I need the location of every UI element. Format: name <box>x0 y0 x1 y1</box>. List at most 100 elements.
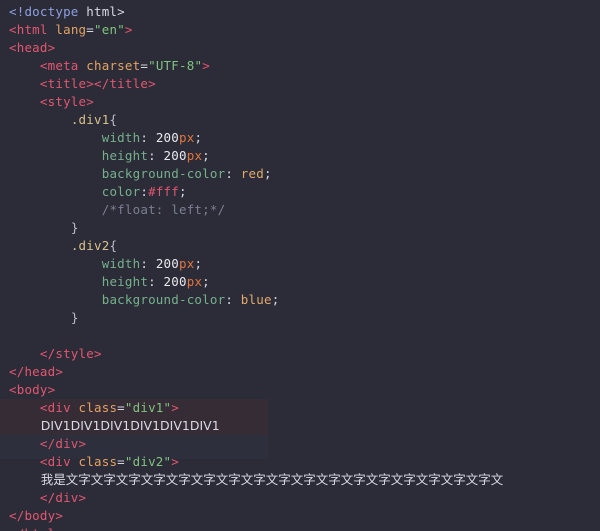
code-line-5[interactable]: <title></title> <box>0 75 600 93</box>
code-line-15[interactable]: width: 200px; <box>0 255 600 273</box>
token-tag-style-open: <style> <box>39 94 94 109</box>
token-tag-html-open: <html <box>9 22 48 37</box>
code-line-4[interactable]: <meta charset="UTF-8"> <box>0 57 600 75</box>
token-brace-close: } <box>70 310 79 325</box>
token-unit-px: px <box>179 256 195 271</box>
token-tag-close-bracket: > <box>171 454 179 469</box>
token-tag-head-open: <head> <box>9 40 56 55</box>
code-line-20[interactable]: </style> <box>0 345 600 363</box>
code-line-21[interactable]: </head> <box>0 363 600 381</box>
token-tag-body-close: </body> <box>9 508 64 523</box>
token-doctype: <!doctype <box>9 4 79 19</box>
token-tag-div-open: <div <box>39 454 71 469</box>
token-colon: : <box>140 184 149 199</box>
token-tag-style-close: </style> <box>39 346 102 361</box>
token-equals: = <box>117 400 125 415</box>
code-line-1[interactable]: <!doctype html> <box>0 3 600 21</box>
token-prop-height: height <box>101 274 149 289</box>
token-tag-div-close: </div> <box>39 436 87 451</box>
code-line-8[interactable]: width: 200px; <box>0 129 600 147</box>
token-selector-div2: .div2 <box>70 238 110 253</box>
div1-output-text: DIV1DIV1DIV1DIV1DIV1DIV1 <box>40 418 220 433</box>
token-prop-height: height <box>101 148 149 163</box>
code-line-14[interactable]: .div2{ <box>0 237 600 255</box>
code-line-11[interactable]: color:#fff; <box>0 183 600 201</box>
code-line-16[interactable]: height: 200px; <box>0 273 600 291</box>
code-line-25[interactable]: </div> <box>0 435 600 453</box>
token-number-200: 200 <box>155 256 179 271</box>
code-line-29[interactable]: </body> <box>0 507 600 525</box>
code-editor-viewport[interactable]: <!doctype html> <html lang="en"> <head> … <box>0 0 600 531</box>
code-content[interactable]: <!doctype html> <html lang="en"> <head> … <box>0 0 600 531</box>
code-line-30[interactable]: </html> <box>0 525 600 531</box>
token-string-div2: "div2" <box>124 454 172 469</box>
code-line-2[interactable]: <html lang="en"> <box>0 21 600 39</box>
token-string-utf8: "UTF-8" <box>148 58 203 73</box>
token-equals: = <box>117 454 125 469</box>
code-line-17[interactable]: background-color: blue; <box>0 291 600 309</box>
token-value-red: red <box>240 166 264 181</box>
code-line-27[interactable]: 我是文字文字文字文字文字文字文字文字文字文字文字文字文字文字文字文字文字文 <box>0 471 600 489</box>
token-number-200: 200 <box>155 130 179 145</box>
code-line-19-blank[interactable] <box>0 327 600 345</box>
token-tag-head-close: </head> <box>9 364 64 379</box>
token-colon: : <box>140 256 156 271</box>
token-colon: : <box>225 166 241 181</box>
token-prop-background-color: background-color <box>101 166 226 181</box>
code-line-28[interactable]: </div> <box>0 489 600 507</box>
token-semicolon: ; <box>179 184 187 199</box>
token-comment-float-left: /*float: left;*/ <box>101 202 226 217</box>
token-colon: : <box>148 274 164 289</box>
token-hex-fff: #fff <box>148 184 179 199</box>
token-prop-background-color: background-color <box>101 292 226 307</box>
token-tag-title-open: <title> <box>39 76 94 91</box>
token-attr-lang: lang <box>47 22 87 37</box>
code-line-18[interactable]: } <box>0 309 600 327</box>
code-line-26[interactable]: <div class="div2"> <box>0 453 600 471</box>
code-line-7[interactable]: .div1{ <box>0 111 600 129</box>
token-number-200: 200 <box>163 274 187 289</box>
token-semicolon: ; <box>202 148 210 163</box>
token-tag-div-close: </div> <box>39 490 87 505</box>
token-semicolon: ; <box>263 166 272 181</box>
token-unit-px: px <box>186 148 203 163</box>
code-line-10[interactable]: background-color: red; <box>0 165 600 183</box>
token-value-blue: blue <box>240 292 272 307</box>
code-line-6[interactable]: <style> <box>0 93 600 111</box>
code-line-3[interactable]: <head> <box>0 39 600 57</box>
code-line-22[interactable]: <body> <box>0 381 600 399</box>
code-line-9[interactable]: height: 200px; <box>0 147 600 165</box>
code-line-24[interactable]: DIV1DIV1DIV1DIV1DIV1DIV1 <box>0 417 600 435</box>
token-tag-close-bracket: > <box>171 400 179 415</box>
token-brace-open: { <box>109 238 118 253</box>
token-tag-html-close: </html> <box>9 526 63 531</box>
token-prop-width: width <box>101 130 141 145</box>
code-line-23[interactable]: <div class="div1"> <box>0 399 600 417</box>
token-unit-px: px <box>179 130 195 145</box>
token-semicolon: ; <box>271 292 280 307</box>
token-tag-div-open: <div <box>39 400 71 415</box>
token-prop-color: color <box>101 184 141 199</box>
code-line-13[interactable]: } <box>0 219 600 237</box>
token-selector-div1: .div1 <box>70 112 110 127</box>
token-tag-body-open: <body> <box>9 382 56 397</box>
code-line-12[interactable]: /*float: left;*/ <box>0 201 600 219</box>
